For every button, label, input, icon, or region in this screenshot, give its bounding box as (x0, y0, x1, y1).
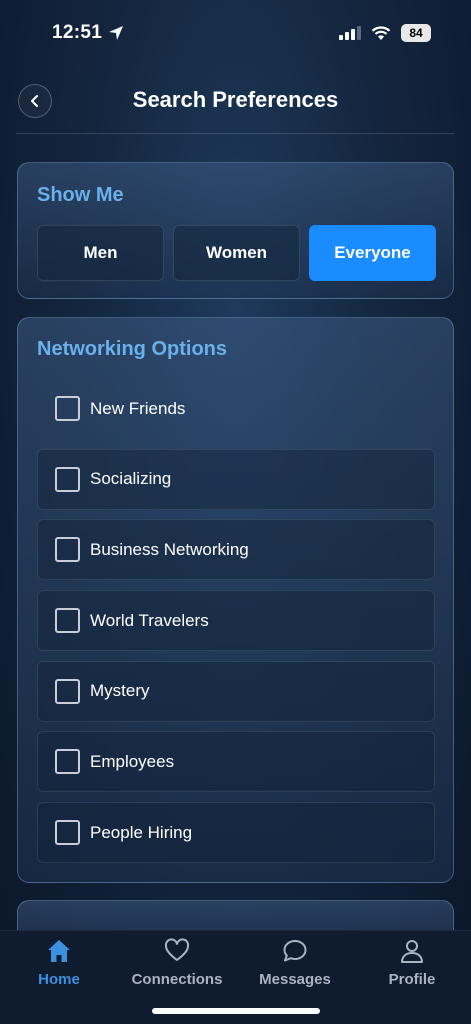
tab-messages[interactable]: Messages (236, 937, 354, 988)
option-label: Socializing (90, 469, 172, 489)
heart-icon (163, 937, 191, 965)
option-mystery[interactable]: Mystery (37, 660, 435, 722)
checkbox[interactable] (55, 537, 80, 563)
checkbox[interactable] (55, 608, 80, 634)
battery-icon: 84 (401, 24, 431, 42)
status-time: 12:51 (52, 22, 124, 44)
status-time-text: 12:51 (52, 22, 103, 43)
page-title: Search Preferences (132, 87, 339, 112)
tab-label: Connections (131, 971, 223, 988)
tab-label: Home (38, 971, 80, 988)
tab-label: Profile (388, 971, 436, 988)
cellular-signal-icon (339, 26, 361, 40)
header: Search Preferences (16, 70, 455, 134)
option-label: World Travelers (90, 610, 209, 630)
home-indicator (152, 1008, 320, 1014)
checkbox[interactable] (55, 396, 80, 421)
show-me-card: Show Me Men Women Everyone (17, 162, 454, 299)
show-me-men-button[interactable]: Men (37, 225, 164, 281)
wifi-icon (371, 25, 391, 40)
tab-profile[interactable]: Profile (353, 937, 471, 988)
option-label: People Hiring (90, 822, 193, 842)
checkbox[interactable] (55, 466, 80, 492)
person-icon (398, 937, 426, 965)
option-label: New Friends (90, 398, 186, 418)
option-socializing[interactable]: Socializing (37, 448, 435, 510)
gender-segmented-control: Men Women Everyone (37, 225, 436, 281)
option-new-friends[interactable]: New Friends (37, 378, 435, 439)
checkbox[interactable] (55, 678, 80, 704)
networking-options-title: Networking Options (37, 338, 227, 360)
show-me-everyone-button[interactable]: Everyone (309, 225, 436, 281)
option-label: Mystery (90, 681, 150, 701)
home-icon (45, 937, 73, 965)
checkbox[interactable] (55, 820, 80, 846)
show-me-title: Show Me (37, 184, 124, 206)
tab-label: Messages (259, 971, 331, 988)
option-label: Employees (90, 751, 175, 771)
chat-bubble-icon (281, 937, 309, 965)
option-label: Business Networking (90, 539, 249, 559)
option-business-networking[interactable]: Business Networking (37, 519, 435, 581)
networking-options-list: New Friends Socializing Business Network… (37, 378, 435, 873)
status-bar: 12:51 84 (0, 0, 471, 66)
option-people-hiring[interactable]: People Hiring (37, 802, 435, 864)
show-me-women-button[interactable]: Women (173, 225, 300, 281)
status-indicators: 84 (339, 24, 431, 42)
option-employees[interactable]: Employees (37, 731, 435, 793)
tab-home[interactable]: Home (0, 937, 118, 988)
battery-level: 84 (409, 26, 423, 40)
tab-connections[interactable]: Connections (118, 937, 236, 988)
option-world-travelers[interactable]: World Travelers (37, 590, 435, 652)
location-arrow-icon (109, 26, 124, 40)
networking-options-card: Networking Options New Friends Socializi… (17, 317, 454, 883)
checkbox[interactable] (55, 749, 80, 775)
